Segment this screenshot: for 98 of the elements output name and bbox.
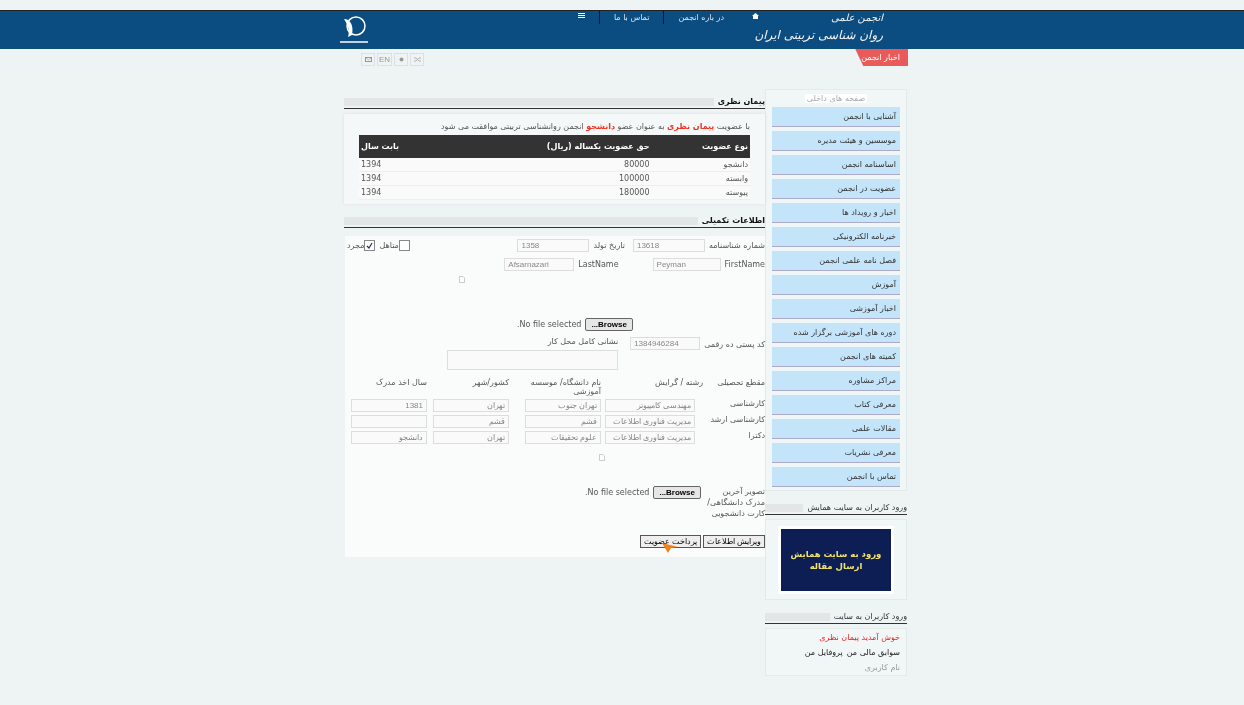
input-field[interactable]: Peyman (652, 258, 721, 271)
shuffle-button[interactable] (410, 52, 425, 66)
form-button[interactable]: ویرایش اطلاعات (702, 534, 765, 548)
sidebar-item[interactable]: دوره های آموزشی برگزار شده (772, 323, 900, 343)
table-cell: 180000 (441, 185, 652, 200)
sidebar-item[interactable]: عضویت در انجمن (772, 179, 900, 199)
field-label: LastName (578, 260, 619, 269)
column-header: سال اخذ مدرک (375, 378, 427, 389)
account-link[interactable]: سوابق مالی من (846, 648, 900, 657)
settings-icon (398, 56, 404, 62)
field-label: شماره شناسنامه (708, 241, 765, 250)
table-cell: وابسته (651, 171, 750, 186)
table-header: حق عضویت یکساله (ریال) (441, 135, 652, 158)
table-cell: 1394 (359, 158, 442, 172)
input-field[interactable]: مدیریت فناوری اطلاعات (605, 431, 695, 444)
sidebar-item[interactable]: اخبار آموزشی (772, 299, 900, 319)
degree-label: دکترا (747, 431, 765, 442)
field-label: FirstName (724, 260, 765, 269)
input-field[interactable]: قشم (433, 415, 509, 428)
mail-icon (364, 56, 372, 62)
input-field[interactable] (351, 415, 427, 428)
input-field[interactable]: 1358 (517, 239, 590, 252)
address-field[interactable] (447, 350, 619, 370)
field-label: کد پستی ده رقمی (704, 340, 765, 349)
section-title: اطلاعات تکمیلی (701, 216, 765, 225)
input-field[interactable]: 1384946284 (630, 337, 701, 350)
table-cell: دانشجو (651, 158, 750, 172)
column-header: مقطع تحصیلی (716, 378, 765, 389)
widget-title: ورود کاربران به سایت (833, 612, 907, 621)
input-field[interactable]: تهران (433, 399, 509, 412)
degree-label: کارشناسی (728, 399, 765, 410)
banner-text: ورود به سایت همایش (790, 549, 882, 559)
input-field[interactable]: 13618 (632, 239, 705, 252)
browse-button[interactable]: Browse... (653, 486, 701, 499)
file-status: No file selected. (516, 320, 582, 329)
mail-button[interactable] (361, 52, 375, 66)
input-field[interactable]: علوم تحقیقات (525, 431, 601, 444)
shuffle-icon (413, 56, 421, 62)
banner-text: ارسال مقاله (809, 561, 863, 571)
degree-label: کارشناسی ارشد (709, 415, 765, 426)
conference-banner[interactable]: ورود به سایت همایش ارسال مقاله (778, 526, 894, 594)
checkbox[interactable] (364, 240, 376, 251)
table-cell: 80000 (441, 158, 652, 172)
checkbox[interactable] (398, 240, 410, 251)
input-field[interactable]: 1381 (351, 399, 427, 412)
checkbox-label: متاهل (379, 241, 399, 250)
sidebar-item[interactable]: معرفی نشریات (772, 443, 900, 463)
nav-link[interactable]: تماس با ما (598, 11, 664, 24)
file-icon (599, 454, 605, 461)
file-icon (459, 276, 465, 283)
field-label: تاریخ تولد (593, 241, 625, 250)
widget-title: ورود کاربران به سایت همایش (807, 503, 907, 512)
input-field[interactable]: مهندسی کامپیوتر (605, 399, 695, 412)
sidebar-item[interactable]: خبرنامه الکترونیکی (772, 227, 900, 247)
sidebar-title: صفحه های داخلی (804, 94, 868, 103)
column-header: نام دانشگاه/ موسسه آموزشی (529, 378, 601, 396)
input-field[interactable]: تهران (433, 431, 509, 444)
sidebar-item[interactable]: اساسنامه انجمن (772, 155, 900, 175)
account-link[interactable]: پروفایل من (804, 648, 843, 657)
settings-button[interactable] (394, 52, 409, 66)
membership-note: با عضویت پیمان نظری به عنوان عضو دانشجو انجمن روانشناسی تربیتی موافقت می شود (440, 122, 750, 131)
form-button[interactable]: پرداخت عضویت (639, 534, 701, 548)
field-label: نشانی کامل محل کار (546, 337, 619, 346)
site-title: روان شناسی تربیتی ایران (754, 27, 883, 44)
username-label: نام کاربری (863, 663, 900, 672)
sidebar-item[interactable]: فصل نامه علمی انجمن (772, 251, 900, 271)
site-title: انجمن علمی (831, 11, 883, 25)
home-icon[interactable] (752, 13, 759, 19)
sidebar-item[interactable]: تماس با انجمن (772, 467, 900, 487)
checkbox-label: مجرد (347, 241, 365, 250)
table-header: بابت سال (359, 135, 442, 158)
sidebar-item[interactable]: مراکز مشاوره (772, 371, 900, 391)
input-field[interactable]: تهران جنوب (525, 399, 601, 412)
input-field[interactable]: قشم (525, 415, 601, 428)
table-cell: 1394 (359, 185, 442, 200)
file-status: No file selected. (584, 488, 650, 497)
sidebar-item[interactable]: اخبار و رویداد ها (772, 203, 900, 223)
input-field[interactable]: Afsarnazari (504, 258, 575, 271)
table-cell: 100000 (441, 171, 652, 186)
column-header: رشته / گرایش (654, 378, 703, 389)
sidebar-item[interactable]: مقالات علمی (772, 419, 900, 439)
nav-link[interactable]: در باره انجمن (663, 11, 738, 24)
input-field[interactable]: دانشجو (351, 431, 427, 444)
column-header: کشور/شهر (471, 378, 509, 389)
input-field[interactable]: مدیریت فناوری اطلاعات (605, 415, 695, 428)
table-header: نوع عضویت (651, 135, 750, 158)
sidebar-item[interactable]: معرفی کتاب (772, 395, 900, 415)
sidebar-item[interactable]: کمیته های انجمن (772, 347, 900, 367)
section-title: پیمان نظری (717, 97, 765, 106)
browse-button[interactable]: Browse... (585, 318, 633, 331)
table-cell: پیوسته (651, 185, 750, 200)
sidebar-item[interactable]: آموزش (772, 275, 900, 295)
menu-icon[interactable] (577, 13, 585, 18)
table-cell: 1394 (359, 171, 442, 186)
sidebar-item[interactable]: موسسین و هیئت مدیره (772, 131, 900, 151)
field-label: تصویر آخرین مدرک دانشگاهی/ کارت دانشجویی (706, 486, 765, 519)
sidebar-item[interactable]: آشنایی با انجمن (772, 107, 900, 127)
welcome-text: خوش آمدید پیمان نظری (818, 633, 900, 642)
